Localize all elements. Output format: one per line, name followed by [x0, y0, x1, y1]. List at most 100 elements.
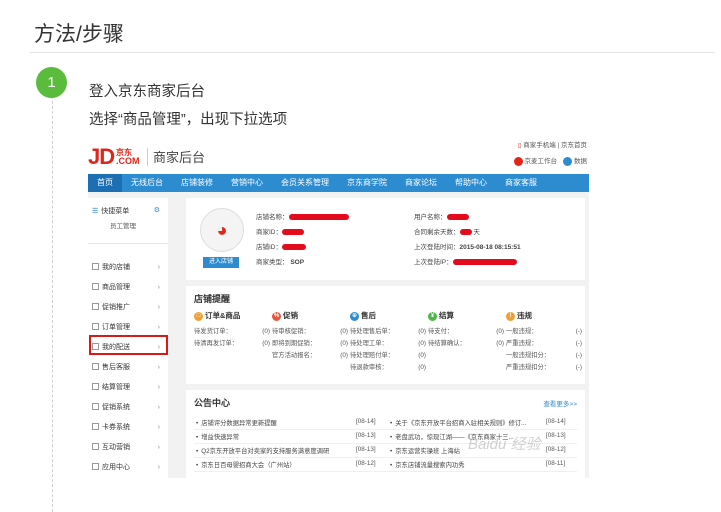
jd-logo-com: .COM: [116, 156, 140, 166]
expand-box-icon: [92, 282, 99, 290]
notice-item[interactable]: • 店铺评分数据异常更新提醒: [196, 418, 277, 427]
nav-forum[interactable]: 商家论坛: [396, 174, 446, 192]
notice-item[interactable]: • Q2京东开放平台对卖家的支持服务满意度调研: [196, 446, 329, 455]
reminder-row[interactable]: 待处理赔付单： (0): [350, 350, 428, 362]
reminder-category-icon: ¥: [428, 311, 437, 321]
notice-item[interactable]: • 增益快速异常: [196, 432, 239, 441]
quick-staff-manage[interactable]: 员工管理: [110, 220, 136, 230]
chevron-right-icon: ›: [157, 264, 160, 271]
reminder-row[interactable]: 待结算确认： (0): [428, 338, 506, 350]
notice-item[interactable]: • 京东日百母婴招商大会（广州站）: [196, 460, 296, 469]
nav-wireless[interactable]: 无线后台: [122, 174, 172, 192]
sidebar-item-coupon[interactable]: 卡券系统 ›: [88, 418, 168, 438]
shop-id-field: 店铺ID：: [256, 241, 306, 251]
data-icon: [563, 156, 572, 166]
nav-member[interactable]: 会员关系管理: [272, 174, 338, 192]
notice-date: [08-14]: [356, 418, 376, 425]
notice-item[interactable]: • 京东店铺流量搜索内功秀: [390, 460, 464, 469]
merchant-type-field: 商家类型： SOP: [256, 259, 305, 266]
top-link-home[interactable]: 京东首页: [561, 142, 587, 149]
merchant-id-field: 商家ID：: [256, 226, 304, 236]
redaction-mark: [452, 259, 517, 266]
notice-date: [08-13]: [356, 432, 376, 439]
notice-item[interactable]: • 京东运营实操班 上海站: [390, 446, 460, 455]
sidebar-item-promotion[interactable]: 促销推广 ›: [88, 298, 168, 318]
last-login-ip-field: 上次登陆IP：: [414, 256, 517, 266]
nav-decoration[interactable]: 店铺装修: [172, 174, 222, 192]
nav-marketing[interactable]: 营销中心: [222, 174, 272, 192]
nav-home[interactable]: 首页: [88, 174, 122, 192]
workbench-icon: [513, 156, 523, 166]
main-nav: 首页 无线后台 店铺装修 营销中心 会员关系管理 京东商学院 商家论坛 帮助中心…: [88, 174, 589, 192]
reminder-row[interactable]: 待发货订单： (0): [194, 326, 272, 338]
nav-service[interactable]: 商家客服: [496, 174, 546, 192]
notice-item[interactable]: • 关于《京东开放平台招商入驻相关规则》修订...: [390, 418, 526, 427]
reminder-column-title: % 促销: [272, 311, 298, 321]
last-login-time-field: 上次登陆时间：2015-08-18 08:15:51: [414, 244, 521, 251]
quick-menu[interactable]: ☰ 快捷菜单: [92, 206, 129, 216]
gear-icon[interactable]: ⚙: [154, 206, 160, 214]
sidebar-item-my-shop[interactable]: 我的店铺 ›: [88, 258, 168, 278]
jd-logo: JD: [88, 144, 115, 169]
reminder-category-icon: □: [194, 311, 203, 321]
nav-help[interactable]: 帮助中心: [446, 174, 496, 192]
sidebar-item-product-manage[interactable]: 商品管理 ›: [88, 278, 168, 298]
sidebar-item-promo-system[interactable]: 促销系统 ›: [88, 398, 168, 418]
reminder-column-title: ! 违规: [506, 310, 584, 321]
expand-box-icon: [92, 402, 99, 410]
sidebar-item-interactive[interactable]: 互动营销 ›: [88, 438, 168, 458]
phone-icon: ▯: [517, 142, 522, 149]
workbench-link[interactable]: 京麦工作台: [513, 155, 557, 166]
sidebar-item-apps[interactable]: 应用中心 ›: [88, 458, 168, 478]
sidebar: ☰ 快捷菜单 ⚙ 员工管理 我的店铺 › 商品管理 › 促销推广 › 订单管理 › 我的配…: [88, 198, 168, 478]
list-icon: ☰: [92, 208, 99, 215]
chevron-right-icon: ›: [157, 404, 160, 411]
contract-days-field: 合同剩余天数： 天: [414, 229, 480, 236]
notice-date: [08-11]: [546, 460, 566, 467]
redaction-mark: [446, 214, 469, 221]
reminder-row[interactable]: 官方活动报名： (0): [272, 350, 350, 362]
notice-title: 公告中心: [194, 398, 231, 408]
step-text-line-2: 选择“商品管理”，出现下拉选项: [89, 112, 288, 128]
reminder-column: ¥ 结算 待支付： (0) 待结算确认： (0): [428, 310, 506, 350]
sidebar-item-aftersale[interactable]: 售后客服 ›: [88, 358, 168, 378]
shop-name-field: 店铺名称：: [256, 211, 349, 221]
reminder-row[interactable]: 待处理工单： (0): [350, 338, 428, 350]
reminder-row[interactable]: 待清再发订单： (0): [194, 338, 272, 350]
reminder-row[interactable]: 一般违规扣分： (-): [506, 350, 584, 362]
chevron-right-icon: ›: [157, 284, 160, 291]
reminder-category-icon: ⊕: [350, 311, 359, 321]
chevron-right-icon: ›: [157, 424, 160, 431]
data-link[interactable]: 数据: [563, 155, 587, 166]
expand-box-icon: [92, 442, 99, 450]
chevron-right-icon: ›: [157, 464, 160, 471]
view-more-link[interactable]: 查看更多>>: [543, 398, 577, 408]
expand-box-icon: [92, 462, 99, 470]
merchant-header: JD 京东 .COM 商家后台 ▯ 商家手机端 | 京东首页 京麦工作台 数据: [88, 136, 589, 174]
logo-divider: [147, 148, 148, 166]
reminder-row[interactable]: 严重违规扣分： (-): [506, 362, 584, 374]
reminder-column: ! 违规一般违规： (-) 严重违规： (-) 一般违规扣分： (-) 严重违规扣分： (-): [506, 310, 584, 374]
expand-box-icon: [92, 362, 99, 370]
reminder-row[interactable]: 待处理售后单： (0): [350, 326, 428, 338]
top-link-mobile[interactable]: 商家手机端: [523, 142, 556, 149]
embedded-screenshot: JD 京东 .COM 商家后台 ▯ 商家手机端 | 京东首页 京麦工作台 数据 …: [88, 136, 589, 478]
reminder-row[interactable]: 待退款审核： (0): [350, 362, 428, 374]
top-tools: 京麦工作台 数据: [513, 155, 587, 166]
reminder-row[interactable]: 待审核促销： (0): [272, 326, 350, 338]
reminder-row[interactable]: 即将到期促销： (0): [272, 338, 350, 350]
redaction-mark: [282, 244, 306, 251]
notice-date: [08-14]: [546, 418, 566, 425]
enter-shop-button[interactable]: 进入店铺: [203, 257, 239, 268]
redaction-mark: [282, 229, 304, 236]
nav-academy[interactable]: 京东商学院: [338, 174, 396, 192]
reminder-row[interactable]: 待支付： (0): [428, 326, 506, 338]
reminder-row[interactable]: 一般违规： (-): [506, 326, 584, 338]
reminder-row[interactable]: 严重违规： (-): [506, 338, 584, 350]
expand-box-icon: [92, 422, 99, 430]
reminder-category-icon: %: [272, 311, 281, 321]
chevron-right-icon: ›: [157, 304, 160, 311]
sidebar-item-settlement[interactable]: 结算管理 ›: [88, 378, 168, 398]
step-text-line-1: 登入京东商家后台: [89, 84, 205, 100]
sidebar-divider: [88, 243, 168, 244]
